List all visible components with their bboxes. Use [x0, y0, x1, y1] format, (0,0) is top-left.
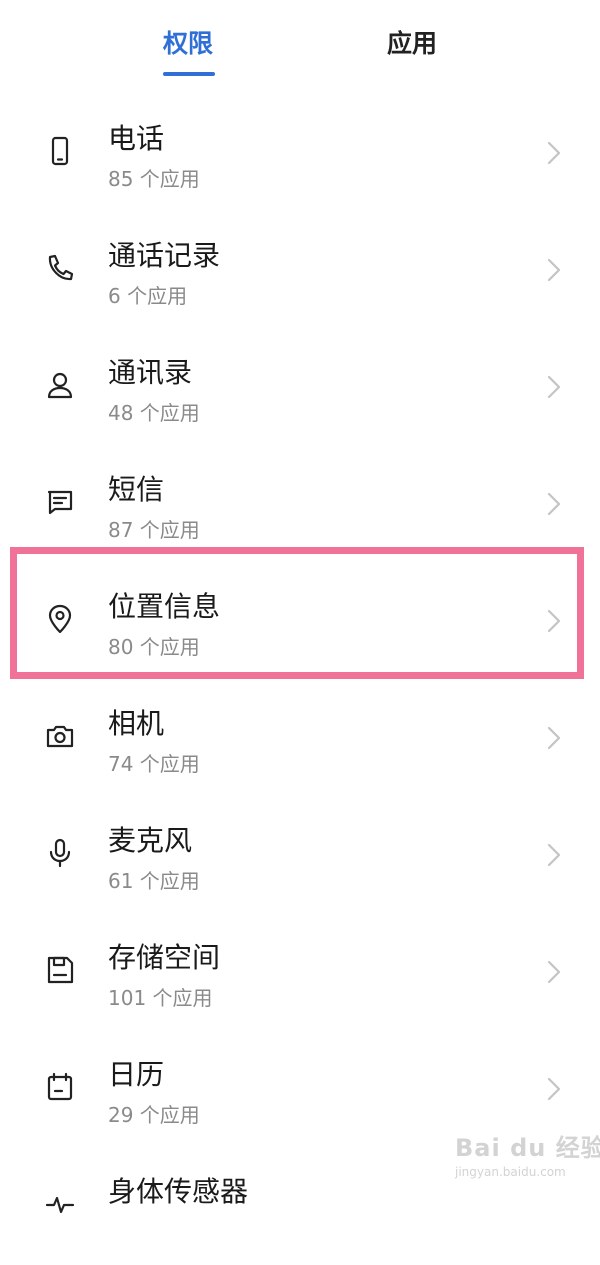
chevron-right-icon [544, 841, 564, 869]
tab-apps[interactable]: 应用 [352, 24, 472, 64]
permission-app-count: 61 个应用 [108, 869, 200, 893]
permission-title: 日历 [108, 1058, 165, 1091]
permission-item-sms[interactable]: 短信 87 个应用 [0, 446, 600, 563]
chevron-right-icon [544, 1075, 564, 1103]
permission-app-count: 87 个应用 [108, 518, 200, 542]
permission-app-count: 85 个应用 [108, 167, 200, 191]
chevron-right-icon [544, 958, 564, 986]
permission-item-microphone[interactable]: 麦克风 61 个应用 [0, 797, 600, 914]
permission-title: 电话 [108, 122, 165, 155]
permission-app-count: 29 个应用 [108, 1103, 200, 1127]
permission-title: 存储空间 [108, 941, 221, 974]
permission-title: 麦克风 [108, 824, 193, 857]
permission-title: 位置信息 [108, 590, 221, 623]
calendar-icon [44, 1071, 76, 1103]
location-pin-icon [44, 603, 76, 635]
tab-bar: 权限 应用 [0, 0, 600, 100]
chevron-right-icon [544, 373, 564, 401]
permission-title: 通话记录 [108, 239, 221, 272]
camera-icon [44, 720, 76, 752]
permission-item-location[interactable]: 位置信息 80 个应用 [0, 563, 600, 680]
permission-item-call-log[interactable]: 通话记录 6 个应用 [0, 212, 600, 329]
tab-permissions[interactable]: 权限 [128, 24, 248, 64]
permission-title: 身体传感器 [108, 1175, 249, 1208]
watermark-logo: Bai du 经验 [455, 1134, 600, 1162]
microphone-icon [44, 837, 76, 869]
chevron-right-icon [544, 724, 564, 752]
call-log-icon [44, 252, 76, 284]
permission-list: 电话 85 个应用 通话记录 6 个应用 通讯录 48 个应用 短信 87 个应… [0, 95, 600, 1265]
permission-app-count: 48 个应用 [108, 401, 200, 425]
permission-item-contacts[interactable]: 通讯录 48 个应用 [0, 329, 600, 446]
permission-title: 通讯录 [108, 356, 193, 389]
permission-title: 短信 [108, 473, 165, 506]
chevron-right-icon [544, 256, 564, 284]
permission-app-count: 80 个应用 [108, 635, 200, 659]
message-icon [44, 486, 76, 518]
contacts-icon [44, 369, 76, 401]
chevron-right-icon [544, 607, 564, 635]
chevron-right-icon [544, 490, 564, 518]
baidu-watermark: Bai du 经验 jingyan.baidu.com [455, 1128, 600, 1184]
permission-app-count: 6 个应用 [108, 284, 188, 308]
active-tab-indicator [163, 72, 215, 76]
storage-icon [44, 954, 76, 986]
watermark-url: jingyan.baidu.com [455, 1165, 566, 1179]
permission-item-camera[interactable]: 相机 74 个应用 [0, 680, 600, 797]
chevron-right-icon [544, 139, 564, 167]
permission-item-storage[interactable]: 存储空间 101 个应用 [0, 914, 600, 1031]
permission-app-count: 101 个应用 [108, 986, 213, 1010]
body-sensor-icon [44, 1188, 76, 1220]
permission-app-count: 74 个应用 [108, 752, 200, 776]
phone-device-icon [44, 135, 76, 167]
permission-item-phone[interactable]: 电话 85 个应用 [0, 95, 600, 212]
permission-title: 相机 [108, 707, 165, 740]
